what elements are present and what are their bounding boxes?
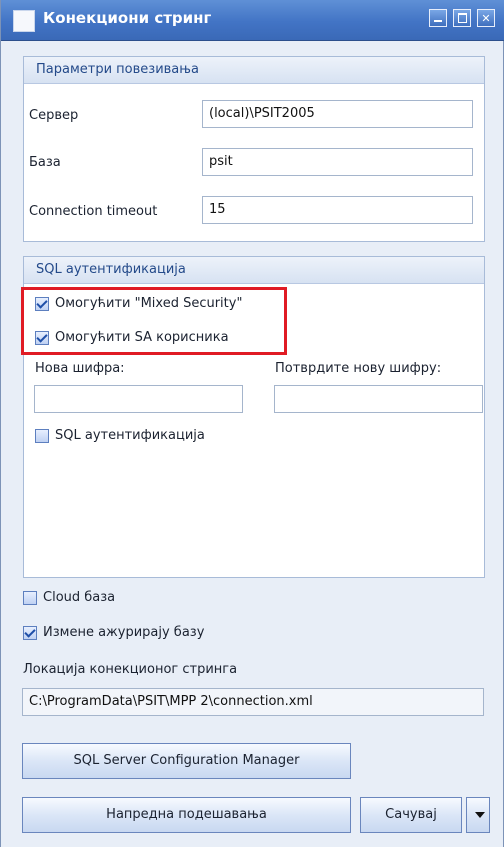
highlight-box [21,287,287,355]
connection-location-label: Локација конекционог стринга [23,662,238,677]
server-label: Сервер [29,108,79,123]
server-input[interactable]: (local)\PSIT2005 [202,100,473,128]
sql-config-manager-button[interactable]: SQL Server Configuration Manager [22,743,351,779]
window-icon [13,10,35,32]
timeout-label: Connection timeout [29,204,158,219]
confirm-password-input[interactable] [274,385,483,413]
sql-auth-checkbox-label: SQL аутентификација [55,428,205,443]
updates-database-checkbox[interactable] [23,626,37,640]
new-password-input[interactable] [34,385,243,413]
connection-parameters-header: Параметри повезивања [24,57,484,84]
title-bar[interactable]: Конекциони стринг ✕ [1,0,504,41]
maximize-button[interactable] [453,9,471,27]
connection-location-field[interactable]: C:\ProgramData\PSIT\MPP 2\connection.xml [22,688,484,716]
database-label: База [29,155,61,170]
minimize-button[interactable] [429,9,447,27]
timeout-input[interactable]: 15 [202,196,473,224]
window-title: Конекциони стринг [43,9,212,27]
updates-database-label: Измене ажурирају базу [43,625,205,640]
close-button[interactable]: ✕ [477,9,495,27]
database-input[interactable]: psit [202,148,473,176]
new-password-label: Нова шифра: [35,361,125,376]
save-dropdown-button[interactable] [466,797,490,833]
sql-authentication-header: SQL аутентификација [24,257,484,284]
connection-string-window: Конекциони стринг ✕ Параметри повезивања… [0,0,504,847]
advanced-settings-button[interactable]: Напредна подешавања [22,797,351,833]
sql-auth-checkbox[interactable] [35,429,49,443]
save-button[interactable]: Сачувај [360,797,462,833]
cloud-database-checkbox[interactable] [23,591,37,605]
cloud-database-label: Cloud база [43,590,116,605]
confirm-password-label: Потврдите нову шифру: [275,361,442,376]
